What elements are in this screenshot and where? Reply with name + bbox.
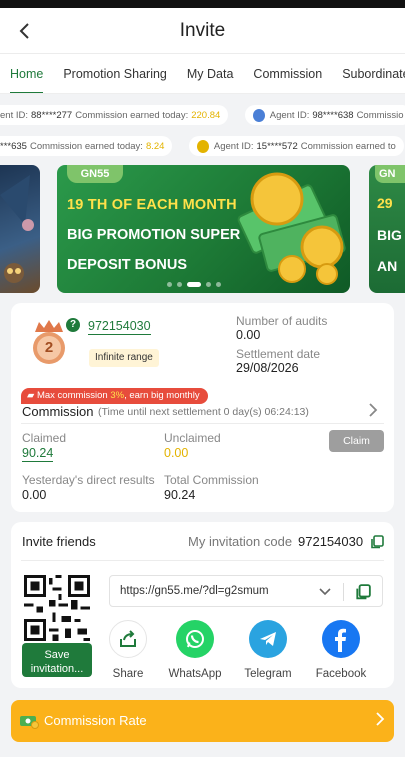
chevron-left-icon	[19, 23, 29, 39]
banner-brand: GN	[375, 165, 405, 183]
banner-line-2: BIG	[377, 227, 402, 243]
range-badge: Infinite range	[89, 349, 159, 367]
tab-home[interactable]: Home	[0, 54, 53, 93]
share-label: Share	[112, 668, 144, 680]
invitation-code-label: My invitation code	[188, 534, 293, 549]
banner-brand: GN55	[67, 165, 123, 183]
invite-link: https://gn55.me/?dl=g2smum	[120, 585, 269, 597]
total-commission-value: 90.24	[164, 488, 196, 502]
carousel-dot-active[interactable]	[187, 282, 201, 287]
tab-my-data[interactable]: My Data	[177, 54, 244, 93]
share-label: Telegram	[244, 668, 292, 680]
promo-carousel[interactable]: GN55 19 TH OF EACH MONTH BIG PROMOTION S…	[0, 165, 405, 293]
level-number: 2	[44, 339, 54, 356]
banner-line-1: 19 TH OF EACH MONTH	[67, 197, 237, 213]
audits-label: Number of audits	[236, 314, 328, 328]
settlement-label: Settlement date	[236, 347, 321, 361]
claimed-label: Claimed	[22, 431, 67, 445]
max-commission-tag: ▰ Max commission 3%, earn big monthly	[21, 388, 208, 404]
facebook-icon	[322, 620, 360, 658]
audits-value: 0.00	[236, 328, 261, 342]
commission-rate-button[interactable]: Commission Rate	[11, 700, 394, 742]
coins-money-illustration	[237, 172, 346, 285]
header: Invite	[0, 8, 405, 54]
money-icon	[20, 716, 39, 729]
unclaimed-label: Unclaimed	[164, 431, 221, 445]
total-commission-label: Total Commission	[164, 473, 259, 487]
banner-line-2: BIG PROMOTION SUPER	[67, 227, 241, 243]
save-button-label: invitation...	[30, 662, 84, 675]
carousel-dot[interactable]	[167, 282, 172, 287]
settlement-countdown: (Time until next settlement 0 day(s) 06:…	[98, 406, 309, 418]
page-title: Invite	[179, 19, 226, 41]
ticker-item: Agent ID: 15****572 Commission earned to	[188, 136, 404, 156]
unclaimed-value: 0.00	[164, 446, 189, 460]
invite-title: Invite friends	[22, 534, 96, 549]
commission-detail-button[interactable]	[368, 402, 378, 423]
banner-next[interactable]: GN 29 BIG AN	[369, 165, 405, 293]
claimed-value[interactable]: 90.24	[22, 446, 54, 462]
banner-line-3: AN	[377, 258, 398, 274]
invite-link-field[interactable]: https://gn55.me/?dl=g2smum	[109, 575, 383, 607]
invite-friends-card: Invite friends My invitation code 972154…	[11, 522, 394, 688]
commission-ticker: ent ID: 88****277 Commission earned today:…	[0, 105, 405, 127]
commission-title: Commission	[22, 404, 94, 419]
ticker-item: Agent ID: 98****638 Commissio	[244, 105, 405, 125]
yesterday-label: Yesterday's direct results	[22, 473, 155, 487]
settlement-value: 29/08/2026	[236, 361, 299, 375]
divider	[21, 560, 384, 561]
save-button-label: Save	[44, 648, 70, 661]
agent-uid[interactable]: 972154030	[88, 319, 151, 335]
promo-banner[interactable]: GN55 19 TH OF EACH MONTH BIG PROMOTION S…	[57, 165, 350, 293]
chevron-right-icon	[376, 712, 385, 726]
wizard-owl-illustration	[0, 175, 34, 283]
save-invitation-button[interactable]: Save invitation...	[22, 643, 92, 677]
medal-icon	[252, 108, 265, 122]
share-option-share[interactable]: Share	[95, 620, 161, 680]
ticker-item: ent ID: 88****277 Commission earned today:…	[0, 105, 229, 125]
carousel-dot[interactable]	[177, 282, 182, 287]
banner-line-1: 29	[377, 195, 393, 211]
chevron-down-icon[interactable]	[318, 582, 332, 602]
divider	[343, 583, 344, 601]
commission-rate-label: Commission Rate	[44, 713, 147, 728]
whatsapp-icon	[176, 620, 214, 658]
share-icon	[109, 620, 147, 658]
chevron-right-icon	[369, 403, 378, 417]
yesterday-value: 0.00	[22, 488, 47, 502]
telegram-icon	[249, 620, 287, 658]
tab-bar: Home Promotion Sharing My Data Commissio…	[0, 54, 405, 94]
banner-prev[interactable]	[0, 165, 40, 293]
back-button[interactable]	[10, 16, 38, 46]
medal-icon	[196, 139, 209, 153]
tab-subordinate[interactable]: Subordinate	[332, 54, 405, 93]
copy-link-icon[interactable]	[355, 584, 371, 600]
qr-code-image	[22, 575, 92, 641]
invitation-code: 972154030	[298, 534, 364, 549]
share-option-telegram[interactable]: Telegram	[235, 620, 301, 680]
share-option-facebook[interactable]: Facebook	[308, 620, 374, 680]
tab-commission[interactable]: Commission	[243, 54, 332, 93]
copy-icon[interactable]	[370, 535, 384, 549]
carousel-dot[interactable]	[206, 282, 211, 287]
commission-ticker: ***635 Commission earned today: 8.24 Agent…	[0, 136, 405, 158]
megaphone-icon: ▰	[27, 390, 35, 401]
carousel-dots	[167, 282, 221, 287]
ticker-item: ***635 Commission earned today: 8.24	[0, 136, 173, 156]
status-bar	[0, 0, 405, 8]
share-label: Facebook	[315, 668, 367, 680]
help-icon[interactable]: ?	[66, 318, 80, 332]
claim-button[interactable]: Claim	[329, 430, 384, 452]
share-option-whatsapp[interactable]: WhatsApp	[162, 620, 228, 680]
share-label: WhatsApp	[168, 668, 222, 680]
carousel-dot[interactable]	[216, 282, 221, 287]
agent-summary-card: 2 ? 972154030 Infinite range Number of a…	[11, 303, 394, 512]
tab-promotion-sharing[interactable]: Promotion Sharing	[53, 54, 177, 93]
banner-line-3: DEPOSIT BONUS	[67, 257, 188, 273]
divider	[21, 423, 384, 424]
